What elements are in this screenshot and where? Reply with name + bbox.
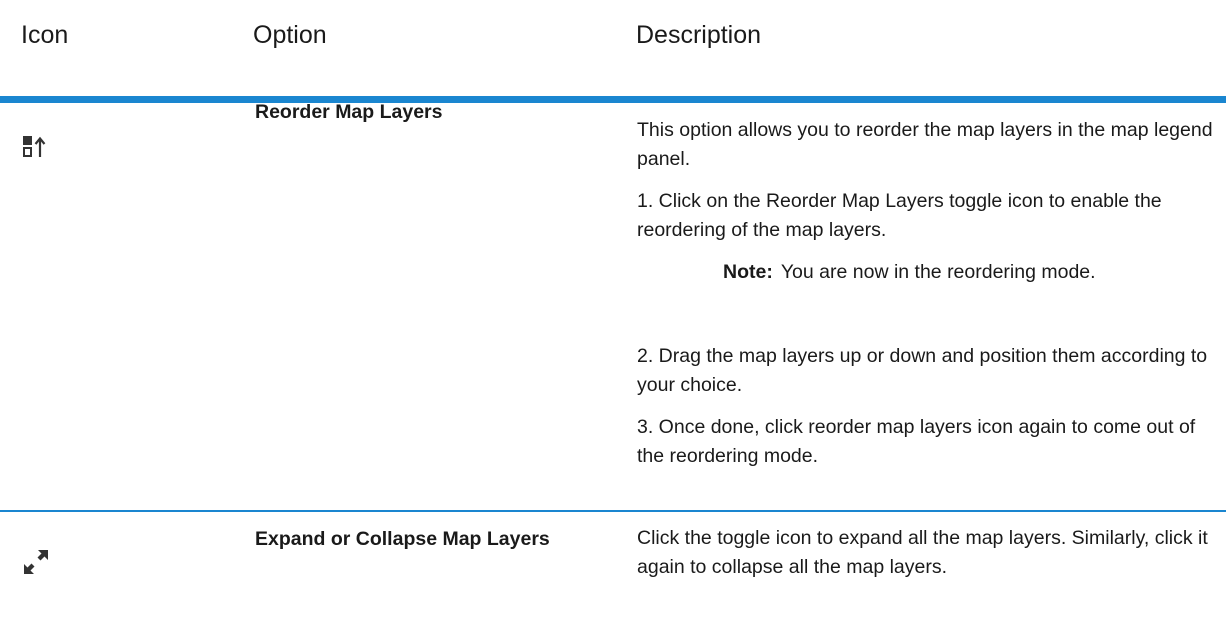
reorder-step-3: 3. Once done, click reorder map layers i… — [637, 416, 1196, 467]
reorder-step-2: 2. Drag the map layers up or down and po… — [637, 345, 1208, 396]
reorder-layers-icon[interactable] — [22, 135, 48, 164]
header-description: Description — [636, 21, 762, 49]
row-divider — [0, 510, 1226, 512]
expand-collapse-description: Click the toggle icon to expand all the … — [637, 527, 1208, 578]
option-reorder-map-layers: Reorder Map Layers — [255, 101, 443, 123]
note-label: Note: — [723, 261, 773, 283]
option-expand-collapse-map-layers: Expand or Collapse Map Layers — [255, 528, 550, 550]
expand-collapse-icon[interactable] — [22, 548, 52, 583]
header-option: Option — [253, 21, 327, 49]
header-icon: Icon — [21, 21, 69, 49]
note-text: You are now in the reordering mode. — [780, 261, 1096, 283]
reorder-intro: This option allows you to reorder the ma… — [637, 119, 1213, 170]
reorder-step-1: 1. Click on the Reorder Map Layers toggl… — [637, 190, 1162, 241]
header-divider — [0, 96, 1226, 103]
reorder-note: Note: You are now in the reordering mode. — [723, 258, 1096, 287]
